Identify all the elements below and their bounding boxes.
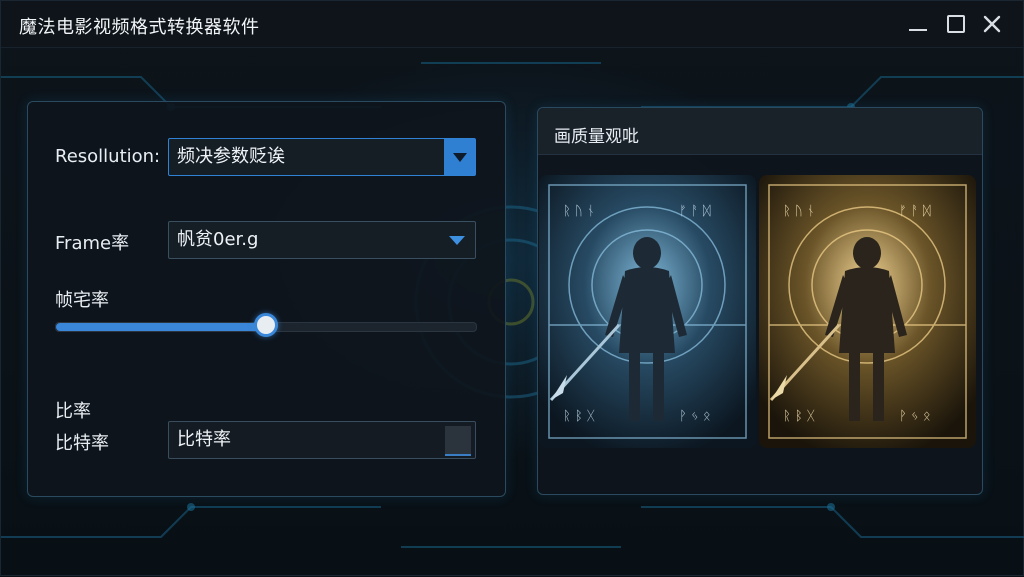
svg-text:ᚱ ᛒ ᚷ: ᚱ ᛒ ᚷ <box>783 409 815 424</box>
svg-text:ᚠ ᚨ ᛞ: ᚠ ᚨ ᛞ <box>679 204 711 219</box>
framerate-select[interactable]: 帆贫0er.g <box>168 221 476 259</box>
bitrate-label: 比特率 <box>55 433 109 454</box>
framerate-label: Frame率 <box>55 233 130 254</box>
resolution-value: 频决参数贬诶 <box>177 146 285 167</box>
app-window: 魔法电影视频格式转换器软件 Resollution: 频决参数贬诶 Frame率… <box>0 0 1024 576</box>
svg-text:ᚱ ᚢ ᚾ: ᚱ ᚢ ᚾ <box>783 204 815 219</box>
bitrate-value: 比特率 <box>177 429 231 450</box>
preview-header: 画质量观吡 <box>538 108 982 155</box>
maximize-icon[interactable] <box>945 13 967 35</box>
slider-fill <box>56 323 266 331</box>
slider-thumb[interactable] <box>254 313 278 337</box>
window-title: 魔法电影视频格式转换器软件 <box>19 17 260 38</box>
preview-original-image: ᚱ ᚢ ᚾ ᚠ ᚨ ᛞ ᚱ ᛒ ᚷ ᚹ ᛃ ᛟ <box>539 175 756 448</box>
preview-enhanced-image: ᚱ ᚢ ᚾ ᚠ ᚨ ᛞ ᚱ ᛒ ᚷ ᚹ ᛃ ᛟ <box>759 175 976 448</box>
resolution-label: Resollution: <box>55 146 161 167</box>
svg-text:ᚹ ᛃ ᛟ: ᚹ ᛃ ᛟ <box>899 409 931 424</box>
bitrate-stepper[interactable] <box>445 426 471 456</box>
slider-label: 帧宅率 <box>55 290 109 311</box>
minimize-icon[interactable] <box>907 13 929 35</box>
chevron-down-icon[interactable] <box>449 236 465 245</box>
quality-slider[interactable] <box>55 313 477 337</box>
bitrate-input[interactable]: 比特率 <box>168 421 476 459</box>
framerate-value: 帆贫0er.g <box>177 229 259 250</box>
title-bar: 魔法电影视频格式转换器软件 <box>1 1 1023 48</box>
resolution-select[interactable]: 频决参数贬诶 <box>168 138 476 176</box>
svg-text:ᚹ ᛃ ᛟ: ᚹ ᛃ ᛟ <box>679 409 711 424</box>
ratio-label: 比率 <box>55 401 91 422</box>
preview-title: 画质量观吡 <box>554 127 639 147</box>
svg-text:ᚱ ᛒ ᚷ: ᚱ ᛒ ᚷ <box>563 409 595 424</box>
chevron-down-icon[interactable] <box>444 139 475 175</box>
close-icon[interactable] <box>981 13 1003 35</box>
svg-text:ᚠ ᚨ ᛞ: ᚠ ᚨ ᛞ <box>899 204 931 219</box>
svg-text:ᚱ ᚢ ᚾ: ᚱ ᚢ ᚾ <box>563 204 595 219</box>
